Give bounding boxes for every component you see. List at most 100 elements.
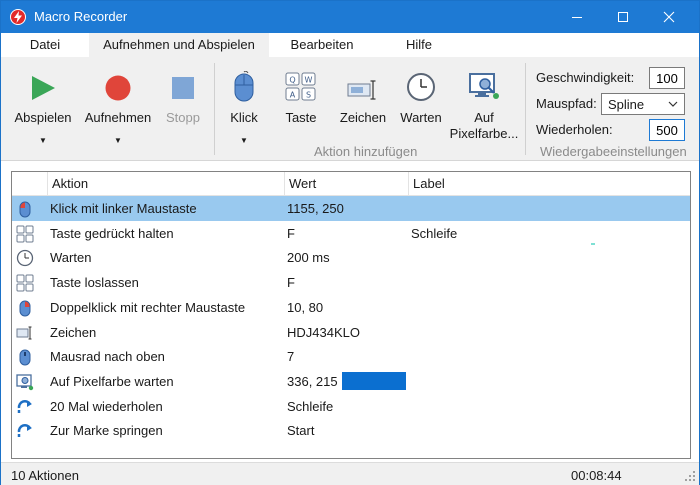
stop-label: Stopp bbox=[166, 110, 200, 125]
list-header: Aktion Wert Label bbox=[12, 172, 690, 196]
pixel-label-line2: Pixelfarbe... bbox=[449, 126, 519, 141]
row-value: Schleife bbox=[287, 398, 334, 414]
resize-grip-icon[interactable] bbox=[684, 470, 696, 482]
table-row[interactable]: Doppelklick mit rechter Maustaste 10, 80 bbox=[12, 295, 690, 320]
maximize-button[interactable] bbox=[600, 1, 646, 33]
play-button[interactable]: Abspielen ▼ bbox=[9, 57, 77, 161]
pixel-color-label: Auf Pixelfarbe... bbox=[447, 110, 521, 142]
minimize-icon bbox=[572, 17, 582, 18]
row-action: Doppelklick mit rechter Maustaste bbox=[50, 299, 246, 315]
cursor-mark bbox=[591, 243, 595, 245]
mouse-wheel-icon bbox=[19, 349, 31, 366]
row-action: Klick mit linker Maustaste bbox=[50, 201, 197, 216]
ribbon-separator bbox=[214, 63, 215, 155]
row-action: Mausrad nach oben bbox=[50, 349, 165, 365]
click-button[interactable]: Klick ▼ bbox=[223, 57, 265, 161]
svg-text:W: W bbox=[305, 76, 313, 85]
row-value: 10, 80 bbox=[287, 299, 324, 315]
menu-bar: Datei Aufnehmen und Abspielen Bearbeiten… bbox=[1, 33, 699, 57]
mouse-path-select[interactable]: Spline bbox=[601, 93, 685, 115]
stop-button[interactable]: Stopp bbox=[159, 57, 207, 161]
elapsed-time: 00:08:44 bbox=[571, 468, 622, 483]
row-value: Start bbox=[287, 423, 315, 439]
close-icon bbox=[663, 11, 675, 23]
status-bar: 10 Aktionen 00:08:44 bbox=[1, 462, 699, 485]
row-action: Warten bbox=[50, 250, 92, 266]
table-row[interactable]: Auf Pixelfarbe warten 336, 215 bbox=[12, 369, 690, 394]
click-dropdown-icon[interactable]: ▼ bbox=[240, 136, 248, 145]
key-label: Taste bbox=[285, 110, 317, 125]
pixel-color-button[interactable]: Auf Pixelfarbe... bbox=[447, 57, 521, 161]
record-icon bbox=[105, 75, 131, 101]
keyboard-icon bbox=[16, 225, 34, 243]
record-label: Aufnehmen bbox=[84, 110, 152, 125]
wait-label: Warten bbox=[400, 110, 442, 125]
svg-text:A: A bbox=[290, 91, 296, 100]
monitor-search-icon bbox=[469, 73, 499, 99]
row-label: Schleife bbox=[411, 225, 458, 241]
row-value: 7 bbox=[287, 349, 295, 365]
app-logo-icon bbox=[10, 9, 26, 25]
ribbon-toolbar: Abspielen ▼ Aufnehmen ▼ Stopp Klick ▼ Q … bbox=[1, 57, 699, 161]
jump-arrow-icon bbox=[17, 424, 32, 438]
play-label: Abspielen bbox=[14, 110, 72, 125]
minimize-button[interactable] bbox=[554, 1, 600, 33]
repeat-input[interactable] bbox=[649, 119, 685, 141]
clock-icon bbox=[16, 250, 34, 267]
record-dropdown-icon[interactable]: ▼ bbox=[114, 136, 122, 145]
table-row[interactable]: Mausrad nach oben 7 bbox=[12, 344, 690, 369]
row-action: Auf Pixelfarbe warten bbox=[50, 373, 174, 389]
column-header-label[interactable]: Label bbox=[408, 172, 690, 196]
row-value: 200 ms bbox=[287, 250, 330, 266]
row-action: Zeichen bbox=[50, 324, 97, 340]
close-button[interactable] bbox=[646, 1, 692, 33]
mouse-path-value: Spline bbox=[608, 97, 645, 112]
row-value: F bbox=[287, 225, 295, 241]
pixel-color-icon bbox=[16, 374, 34, 391]
table-row[interactable]: Warten 200 ms bbox=[12, 245, 690, 270]
text-label: Zeichen bbox=[339, 110, 387, 125]
table-row[interactable]: Taste loslassen F bbox=[12, 270, 690, 295]
menu-hilfe[interactable]: Hilfe bbox=[381, 33, 457, 57]
action-count: 10 Aktionen bbox=[11, 468, 79, 483]
record-button[interactable]: Aufnehmen ▼ bbox=[81, 57, 155, 161]
table-row[interactable]: Zeichen HDJ434KLO bbox=[12, 320, 690, 345]
speed-input[interactable] bbox=[649, 67, 685, 89]
play-icon bbox=[32, 76, 55, 100]
keyboard-icon bbox=[16, 274, 34, 292]
mouse-left-icon bbox=[19, 201, 31, 218]
title-bar[interactable]: Macro Recorder bbox=[1, 1, 699, 33]
window-title: Macro Recorder bbox=[34, 9, 128, 24]
row-value: 336, 215 bbox=[287, 373, 338, 389]
speed-label: Geschwindigkeit: bbox=[536, 70, 635, 85]
table-row[interactable]: 20 Mal wiederholen Schleife bbox=[12, 394, 690, 419]
table-row[interactable]: Taste gedrückt halten F Schleife bbox=[12, 221, 690, 246]
menu-aufnehmen-abspielen[interactable]: Aufnehmen und Abspielen bbox=[89, 33, 269, 57]
row-value: 1155, 250 bbox=[287, 201, 344, 216]
repeat-label: Wiederholen: bbox=[536, 122, 613, 137]
text-field-icon bbox=[347, 80, 376, 100]
group-label-add-action: Aktion hinzufügen bbox=[314, 144, 418, 159]
play-dropdown-icon[interactable]: ▼ bbox=[39, 136, 47, 145]
click-label: Klick bbox=[230, 110, 258, 125]
maximize-icon bbox=[618, 12, 628, 22]
table-row[interactable]: Zur Marke springen Start bbox=[12, 418, 690, 443]
column-header-aktion[interactable]: Aktion bbox=[47, 172, 284, 196]
row-action: Taste loslassen bbox=[50, 275, 139, 291]
row-value: F bbox=[287, 275, 295, 291]
row-action: Zur Marke springen bbox=[50, 423, 163, 439]
app-window: Macro Recorder Datei Aufnehmen und Abspi… bbox=[0, 0, 700, 485]
svg-text:Q: Q bbox=[289, 76, 295, 85]
menu-datei[interactable]: Datei bbox=[15, 33, 75, 57]
stop-icon bbox=[172, 77, 194, 99]
keyboard-keys-icon: Q W A S bbox=[285, 72, 316, 101]
action-list[interactable]: Aktion Wert Label Klick mit linker Maust… bbox=[11, 171, 691, 459]
column-header-wert[interactable]: Wert bbox=[284, 172, 408, 196]
table-row[interactable]: Klick mit linker Maustaste 1155, 250 bbox=[12, 196, 690, 221]
svg-text:S: S bbox=[306, 91, 311, 100]
clock-icon bbox=[407, 73, 435, 101]
menu-bearbeiten[interactable]: Bearbeiten bbox=[277, 33, 367, 57]
repeat-arrow-icon bbox=[17, 399, 32, 413]
pixel-color-swatch bbox=[342, 371, 406, 390]
mouse-icon bbox=[234, 71, 254, 102]
